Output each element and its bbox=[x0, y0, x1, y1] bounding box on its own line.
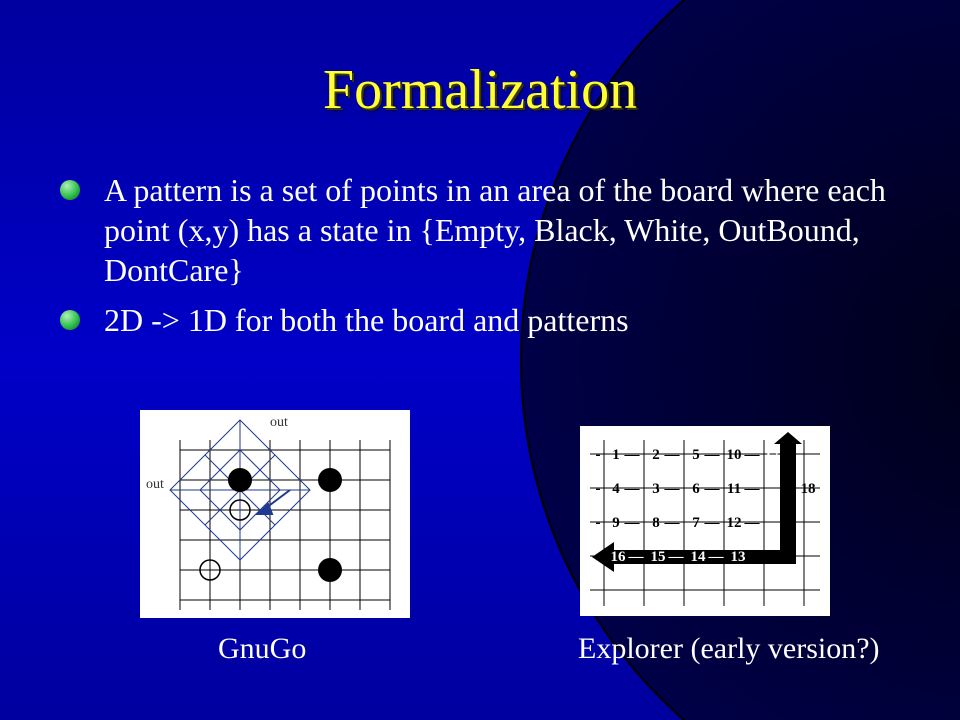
bullet-list: A pattern is a set of points in an area … bbox=[60, 170, 900, 340]
svg-text:7: 7 bbox=[692, 515, 700, 531]
svg-text:out: out bbox=[146, 477, 164, 492]
figure-caption-explorer: Explorer (early version?) bbox=[578, 632, 880, 666]
svg-text:1: 1 bbox=[612, 447, 620, 463]
explorer-diagram-icon: - 1 — 2 — 5 — 10 — 17 - 4 — 3 — 6 bbox=[584, 430, 826, 612]
svg-text:—: — bbox=[628, 549, 645, 565]
svg-text:—: — bbox=[624, 481, 641, 497]
svg-text:8: 8 bbox=[652, 515, 660, 531]
svg-text:13: 13 bbox=[731, 549, 746, 565]
gnugo-diagram-icon: out out bbox=[140, 410, 410, 618]
svg-text:—: — bbox=[704, 481, 721, 497]
svg-text:3: 3 bbox=[652, 481, 660, 497]
svg-text:—: — bbox=[744, 481, 761, 497]
svg-text:—: — bbox=[664, 481, 681, 497]
svg-text:—: — bbox=[704, 447, 721, 463]
svg-text:—: — bbox=[664, 515, 681, 531]
figure-gnugo: out out bbox=[140, 410, 410, 618]
figure-caption-gnugo: GnuGo bbox=[218, 632, 306, 666]
svg-text:—: — bbox=[744, 515, 761, 531]
figure-explorer: - 1 — 2 — 5 — 10 — 17 - 4 — 3 — 6 bbox=[580, 426, 830, 616]
slide: Formalization A pattern is a set of poin… bbox=[0, 0, 960, 720]
bullet-text: A pattern is a set of points in an area … bbox=[104, 172, 886, 288]
svg-text:15: 15 bbox=[651, 549, 666, 565]
svg-text:6: 6 bbox=[692, 481, 700, 497]
slide-body: A pattern is a set of points in an area … bbox=[60, 170, 900, 350]
svg-text:10: 10 bbox=[727, 447, 742, 463]
svg-text:-: - bbox=[596, 447, 601, 463]
svg-text:—: — bbox=[624, 515, 641, 531]
svg-text:—: — bbox=[668, 549, 685, 565]
svg-text:-: - bbox=[596, 515, 601, 531]
svg-text:—: — bbox=[664, 447, 681, 463]
bullet-item: 2D -> 1D for both the board and patterns bbox=[60, 300, 900, 340]
svg-text:out: out bbox=[270, 415, 288, 430]
svg-text:17: 17 bbox=[765, 447, 781, 463]
svg-text:12: 12 bbox=[727, 515, 742, 531]
svg-text:—: — bbox=[708, 549, 725, 565]
bullet-text: 2D -> 1D for both the board and patterns bbox=[104, 302, 629, 338]
figures-row: out out bbox=[0, 410, 960, 670]
svg-text:—: — bbox=[744, 447, 761, 463]
svg-text:-: - bbox=[596, 481, 601, 497]
svg-text:2: 2 bbox=[652, 447, 660, 463]
svg-text:18: 18 bbox=[801, 481, 816, 497]
svg-text:14: 14 bbox=[691, 549, 707, 565]
svg-text:5: 5 bbox=[692, 447, 700, 463]
svg-text:—: — bbox=[704, 515, 721, 531]
slide-title: Formalization bbox=[0, 58, 960, 122]
svg-text:—: — bbox=[624, 447, 641, 463]
svg-text:9: 9 bbox=[612, 515, 620, 531]
svg-text:16: 16 bbox=[611, 549, 627, 565]
svg-text:11: 11 bbox=[727, 481, 741, 497]
svg-text:4: 4 bbox=[612, 481, 620, 497]
bullet-item: A pattern is a set of points in an area … bbox=[60, 170, 900, 290]
